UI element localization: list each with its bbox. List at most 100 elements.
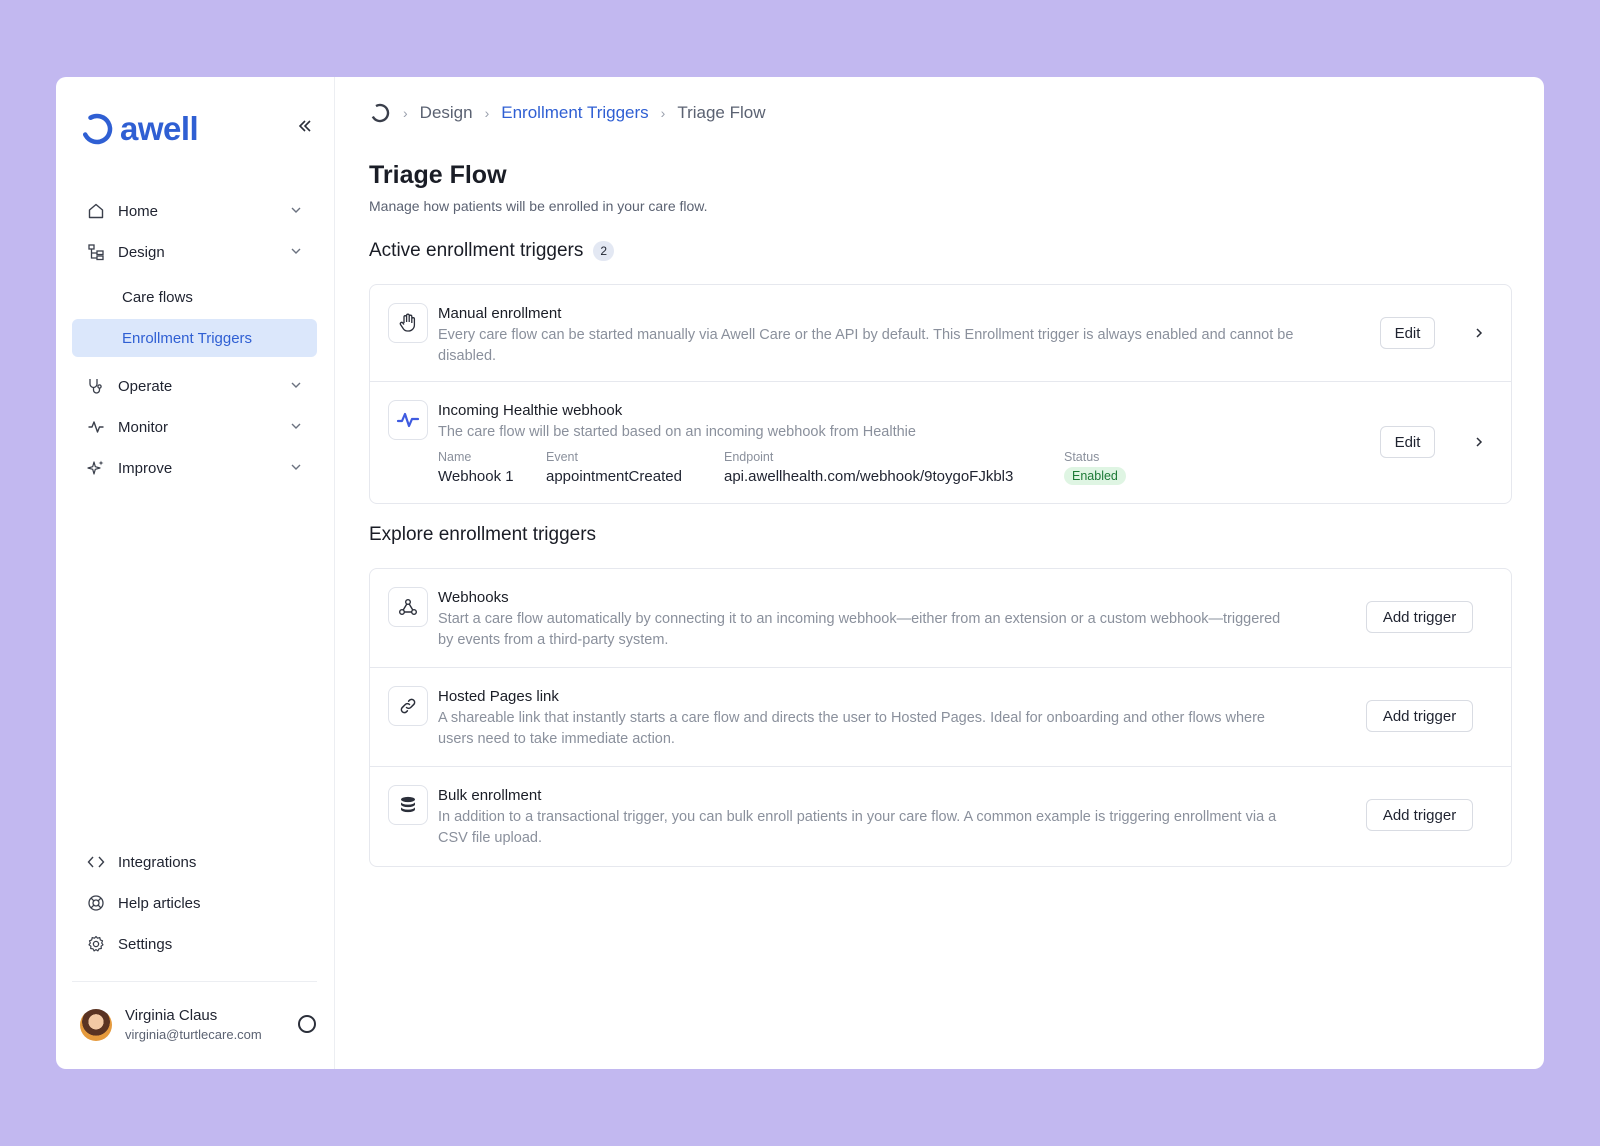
gear-icon xyxy=(86,934,106,954)
chevron-right-icon[interactable] xyxy=(1471,434,1487,450)
nav-label: Monitor xyxy=(118,418,169,436)
brand-name: awell xyxy=(120,110,199,147)
trigger-description: Every care flow can be started manually … xyxy=(438,327,1294,364)
nav-label: Integrations xyxy=(118,853,197,871)
nav-item-settings[interactable]: Settings xyxy=(72,925,317,963)
stethoscope-icon xyxy=(86,376,106,396)
activity-icon xyxy=(86,417,106,437)
app-window: awell Home Design Care flows Enrollment … xyxy=(56,77,1544,1069)
trigger-row-healthie[interactable]: Incoming Healthie webhook The care flow … xyxy=(370,382,1511,503)
logo[interactable]: awell xyxy=(80,110,199,148)
trigger-title: Manual enrollment xyxy=(438,305,562,322)
nav-item-help-articles[interactable]: Help articles xyxy=(72,884,317,922)
chevron-right-icon: › xyxy=(403,105,408,121)
nav-item-operate[interactable]: Operate xyxy=(72,367,317,405)
nav-label: Operate xyxy=(118,377,173,395)
meta-endpoint: Endpoint api.awellhealth.com/webhook/9to… xyxy=(724,450,1013,485)
nav-item-design[interactable]: Design xyxy=(72,233,317,271)
healthie-icon xyxy=(388,400,428,440)
chevron-down-icon[interactable] xyxy=(289,203,303,217)
meta-value: Webhook 1 xyxy=(438,468,514,485)
user-email: virginia@turtlecare.com xyxy=(125,1027,262,1042)
hand-icon xyxy=(388,303,428,343)
status-badge: Enabled xyxy=(1064,467,1126,485)
meta-value[interactable]: api.awellhealth.com/webhook/9toygoFJkbl3 xyxy=(724,468,1013,485)
chevron-down-icon[interactable] xyxy=(289,378,303,392)
nav-item-monitor[interactable]: Monitor xyxy=(72,408,317,446)
meta-event: Event appointmentCreated xyxy=(546,450,682,485)
meta-label: Event xyxy=(546,450,578,464)
add-trigger-button[interactable]: Add trigger xyxy=(1366,601,1473,633)
user-profile[interactable]: Virginia Claus virginia@turtlecare.com xyxy=(80,1007,320,1042)
nav-label: Improve xyxy=(118,459,173,477)
nav-label: Settings xyxy=(118,935,173,953)
add-trigger-button[interactable]: Add trigger xyxy=(1366,799,1473,831)
meta-status: Status Enabled xyxy=(1064,450,1126,485)
trigger-description: Start a care flow automatically by conne… xyxy=(438,611,1281,648)
section-heading: Explore enrollment triggers xyxy=(369,524,597,545)
section-heading: Active enrollment triggers xyxy=(369,240,584,261)
trigger-row-manual[interactable]: Manual enrollment Every care flow can be… xyxy=(370,285,1511,382)
awell-home-icon[interactable] xyxy=(369,102,391,124)
home-icon xyxy=(86,201,106,221)
webhook-icon xyxy=(388,587,428,627)
avatar xyxy=(80,1008,112,1041)
breadcrumb-design[interactable]: Design xyxy=(420,103,473,123)
sidebar-item-care-flows[interactable]: Care flows xyxy=(72,278,317,316)
nav-item-integrations[interactable]: Integrations xyxy=(72,843,317,881)
explore-triggers-card: Webhooks Start a care flow automatically… xyxy=(369,568,1512,867)
link-icon xyxy=(388,686,428,726)
trigger-description: A shareable link that instantly starts a… xyxy=(438,710,1265,747)
sparkles-icon xyxy=(86,458,106,478)
trigger-title: Hosted Pages link xyxy=(438,688,559,705)
chevron-down-icon[interactable] xyxy=(289,244,303,258)
nav-label: Help articles xyxy=(118,894,201,912)
edit-button[interactable]: Edit xyxy=(1380,426,1435,458)
status-circle-icon[interactable] xyxy=(298,1015,316,1033)
user-name: Virginia Claus xyxy=(125,1007,218,1024)
hierarchy-icon xyxy=(86,242,106,262)
awell-logo-icon xyxy=(81,113,113,145)
active-triggers-card: Manual enrollment Every care flow can be… xyxy=(369,284,1512,504)
meta-name: Name Webhook 1 xyxy=(438,450,514,485)
breadcrumb-current: Triage Flow xyxy=(677,103,766,122)
sidebar: awell Home Design Care flows Enrollment … xyxy=(56,77,335,1069)
breadcrumb-enrollment-triggers[interactable]: Enrollment Triggers xyxy=(501,103,648,123)
add-trigger-button[interactable]: Add trigger xyxy=(1366,700,1473,732)
meta-label: Endpoint xyxy=(724,450,774,464)
trigger-title: Incoming Healthie webhook xyxy=(438,402,623,419)
main-content: › Design › Enrollment Triggers › Triage … xyxy=(335,77,1544,1069)
explore-section-title: Explore enrollment triggers xyxy=(369,524,596,546)
page-subtitle: Manage how patients will be enrolled in … xyxy=(369,198,708,214)
breadcrumb: › Design › Enrollment Triggers › Triage … xyxy=(369,102,766,124)
trigger-description: The care flow will be started based on a… xyxy=(438,424,916,440)
sidebar-divider xyxy=(72,981,317,982)
chevron-down-icon[interactable] xyxy=(289,460,303,474)
explore-row-bulk-enrollment: Bulk enrollment In addition to a transac… xyxy=(370,767,1511,866)
chevron-down-icon[interactable] xyxy=(289,419,303,433)
chevron-right-icon: › xyxy=(484,105,490,121)
sidebar-item-enrollment-triggers[interactable]: Enrollment Triggers xyxy=(72,319,317,357)
database-icon xyxy=(388,785,428,825)
count-badge: 2 xyxy=(593,241,615,261)
trigger-title: Bulk enrollment xyxy=(438,787,542,804)
trigger-description: In addition to a transactional trigger, … xyxy=(438,809,1277,846)
nav-label: Home xyxy=(118,202,159,220)
chevron-right-icon: › xyxy=(660,105,666,121)
nav-label: Design xyxy=(118,243,165,261)
nav-item-improve[interactable]: Improve xyxy=(72,449,317,487)
explore-row-hosted-pages: Hosted Pages link A shareable link that … xyxy=(370,668,1511,767)
edit-button[interactable]: Edit xyxy=(1380,317,1435,349)
active-section-title: Active enrollment triggers 2 xyxy=(369,240,615,262)
double-chevron-left-icon[interactable] xyxy=(294,115,316,137)
user-info: Virginia Claus virginia@turtlecare.com xyxy=(125,1007,262,1042)
meta-label: Status xyxy=(1064,450,1100,464)
meta-label: Name xyxy=(438,450,472,464)
lifebuoy-icon xyxy=(86,893,106,913)
trigger-title: Webhooks xyxy=(438,589,509,606)
explore-row-webhooks: Webhooks Start a care flow automatically… xyxy=(370,569,1511,668)
page-title: Triage Flow xyxy=(369,161,507,189)
nav-item-home[interactable]: Home xyxy=(72,192,317,230)
code-icon xyxy=(86,852,106,872)
chevron-right-icon[interactable] xyxy=(1471,325,1487,341)
